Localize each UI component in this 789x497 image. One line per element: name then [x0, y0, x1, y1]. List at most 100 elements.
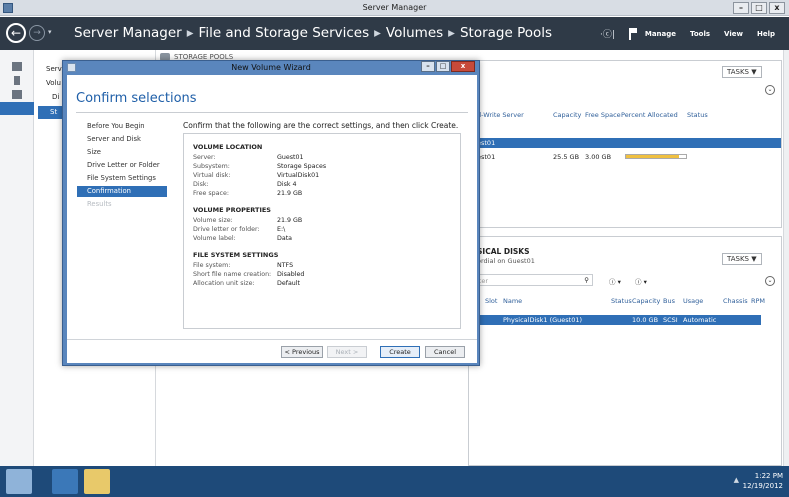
label-free-space: Free space: — [193, 190, 229, 197]
value-allocation-unit: Default — [277, 280, 301, 287]
create-button[interactable]: Create — [380, 346, 420, 358]
label-allocation-unit: Allocation unit size: — [193, 280, 255, 287]
subnav-disks[interactable]: Di — [52, 93, 59, 101]
subnav-servers[interactable]: Serv — [46, 65, 62, 73]
label-volume-size: Volume size: — [193, 217, 233, 224]
value-free-space: 21.9 GB — [277, 190, 303, 197]
file-explorer-taskbar-icon[interactable] — [84, 469, 110, 494]
clock[interactable]: 1:22 PM 12/19/2012 — [743, 471, 783, 491]
label-file-system: File system: — [193, 262, 231, 269]
search-icon[interactable]: ⚲ — [584, 276, 589, 284]
storage-pools-panel: TASKS ▼ ⌄ d-Write Server Capacity Free S… — [468, 60, 782, 228]
tools-menu[interactable]: Tools — [690, 30, 710, 38]
percent-allocated-bar — [625, 154, 687, 159]
local-server-icon[interactable] — [14, 76, 20, 85]
col-capacity[interactable]: Capacity — [553, 111, 581, 119]
label-server: Server: — [193, 154, 216, 161]
value-volume-label: Data — [277, 235, 293, 242]
col-status[interactable]: Status — [687, 111, 708, 119]
col-percent-allocated[interactable]: Percent Allocated — [621, 111, 678, 119]
wizard-title: New Volume Wizard — [231, 63, 311, 72]
physical-disks-tasks-button[interactable]: TASKS ▼ — [722, 253, 762, 265]
table-row-selected[interactable]: PhysicalDisk1 (Guest01) 10.0 GB SCSI Aut… — [469, 315, 761, 325]
section-volume-properties: VOLUME PROPERTIES — [193, 206, 271, 214]
col-slot[interactable]: Slot — [485, 297, 497, 305]
view-menu[interactable]: View — [724, 30, 743, 38]
value-drive-letter: E:\ — [277, 226, 286, 233]
disk-name: PhysicalDisk1 (Guest01) — [503, 316, 583, 324]
refresh-icon[interactable]: ·ⓒ| — [600, 27, 615, 40]
wizard-maximize-button[interactable]: □ — [436, 61, 450, 72]
row-capacity: 25.5 GB — [553, 153, 580, 161]
col-rpm[interactable]: RPM — [751, 297, 765, 305]
value-server: Guest01 — [277, 154, 304, 161]
forward-arrow-icon[interactable]: → — [29, 25, 45, 41]
table-row-selected[interactable]: est01 — [469, 138, 781, 148]
window-title: Server Manager — [362, 3, 427, 12]
col-usage[interactable]: Usage — [683, 297, 703, 305]
breadcrumb-separator: ▸ — [186, 25, 194, 41]
value-virtual-disk: VirtualDisk01 — [277, 172, 320, 179]
section-file-system-settings: FILE SYSTEM SETTINGS — [193, 251, 279, 259]
physical-disks-panel: SICAL DISKS ordial on Guest01 TASKS ▼ lt… — [468, 236, 782, 466]
col-disk-status[interactable]: Status — [611, 297, 632, 305]
breadcrumb-volumes[interactable]: Volumes — [386, 25, 443, 41]
wizard-close-button[interactable]: x — [451, 61, 475, 72]
all-servers-icon[interactable] — [12, 90, 22, 99]
value-volume-size: 21.9 GB — [277, 217, 303, 224]
breadcrumb-separator: ▸ — [448, 25, 455, 41]
filter-options-icon[interactable]: ⓘ ▾ — [609, 276, 621, 286]
clock-date: 12/19/2012 — [742, 482, 783, 490]
expand-chevron-icon[interactable]: ⌄ — [765, 276, 775, 286]
footer-divider — [67, 339, 477, 340]
breadcrumb-server-manager[interactable]: Server Manager — [74, 25, 182, 41]
col-name[interactable]: Name — [503, 297, 522, 305]
col-chassis[interactable]: Chassis — [723, 297, 748, 305]
breadcrumb: Server Manager ▸ File and Storage Servic… — [74, 25, 552, 41]
col-read-write-server[interactable]: d-Write Server — [477, 111, 524, 119]
close-button[interactable]: x — [769, 2, 785, 14]
history-dropdown-icon[interactable]: ▾ — [48, 28, 52, 36]
back-arrow-icon[interactable]: ← — [6, 23, 26, 43]
label-drive-letter: Drive letter or folder: — [193, 226, 260, 233]
wizard-minimize-button[interactable]: – — [421, 61, 435, 72]
tasks-label: TASKS — [727, 68, 749, 76]
notifications-flag-icon[interactable] — [628, 27, 637, 40]
help-menu[interactable]: Help — [757, 30, 775, 38]
subnav-volumes[interactable]: Volu — [46, 79, 61, 87]
minimize-button[interactable]: – — [733, 2, 749, 14]
filter-box[interactable]: lter ⚲ — [473, 274, 593, 286]
disk-capacity: 10.0 GB — [632, 316, 659, 324]
confirm-instruction: Confirm that the following are the corre… — [183, 121, 459, 130]
vertical-scrollbar[interactable] — [783, 50, 789, 466]
col-disk-capacity[interactable]: Capacity — [632, 297, 660, 305]
breadcrumb-storage-pools[interactable]: Storage Pools — [460, 25, 552, 41]
restore-button[interactable]: □ — [751, 2, 767, 14]
file-storage-services-icon[interactable] — [0, 102, 34, 115]
wizard-body: Confirm selections Before You Begin Serv… — [67, 75, 477, 363]
col-bus[interactable]: Bus — [663, 297, 675, 305]
taskbar: ▲ 1:22 PM 12/19/2012 — [0, 466, 789, 497]
step-size[interactable]: Size — [77, 147, 167, 158]
dashboard-icon[interactable] — [12, 62, 22, 71]
powershell-taskbar-icon[interactable] — [52, 469, 78, 494]
breadcrumb-file-storage[interactable]: File and Storage Services — [199, 25, 370, 41]
disk-bus: SCSI — [663, 316, 678, 324]
clock-time: 1:22 PM — [754, 472, 783, 480]
col-free-space[interactable]: Free Space — [585, 111, 621, 119]
manage-menu[interactable]: Manage — [645, 30, 676, 38]
settings-summary: VOLUME LOCATION Server: Guest01 Subsyste… — [183, 133, 461, 329]
step-drive-letter-or-folder[interactable]: Drive Letter or Folder — [77, 160, 167, 171]
step-file-system-settings[interactable]: File System Settings — [77, 173, 167, 184]
label-short-file-name: Short file name creation: — [193, 271, 272, 278]
step-confirmation[interactable]: Confirmation — [77, 186, 167, 197]
expand-chevron-icon[interactable]: ⌄ — [765, 85, 775, 95]
previous-button[interactable]: < Previous — [281, 346, 323, 358]
group-options-icon[interactable]: ⓘ ▾ — [635, 276, 647, 286]
step-server-and-disk[interactable]: Server and Disk — [77, 134, 167, 145]
cancel-button[interactable]: Cancel — [425, 346, 465, 358]
step-before-you-begin[interactable]: Before You Begin — [77, 121, 167, 132]
server-manager-taskbar-icon[interactable] — [6, 469, 32, 494]
tray-chevron-icon[interactable]: ▲ — [734, 476, 739, 484]
storage-pools-tasks-button[interactable]: TASKS ▼ — [722, 66, 762, 78]
